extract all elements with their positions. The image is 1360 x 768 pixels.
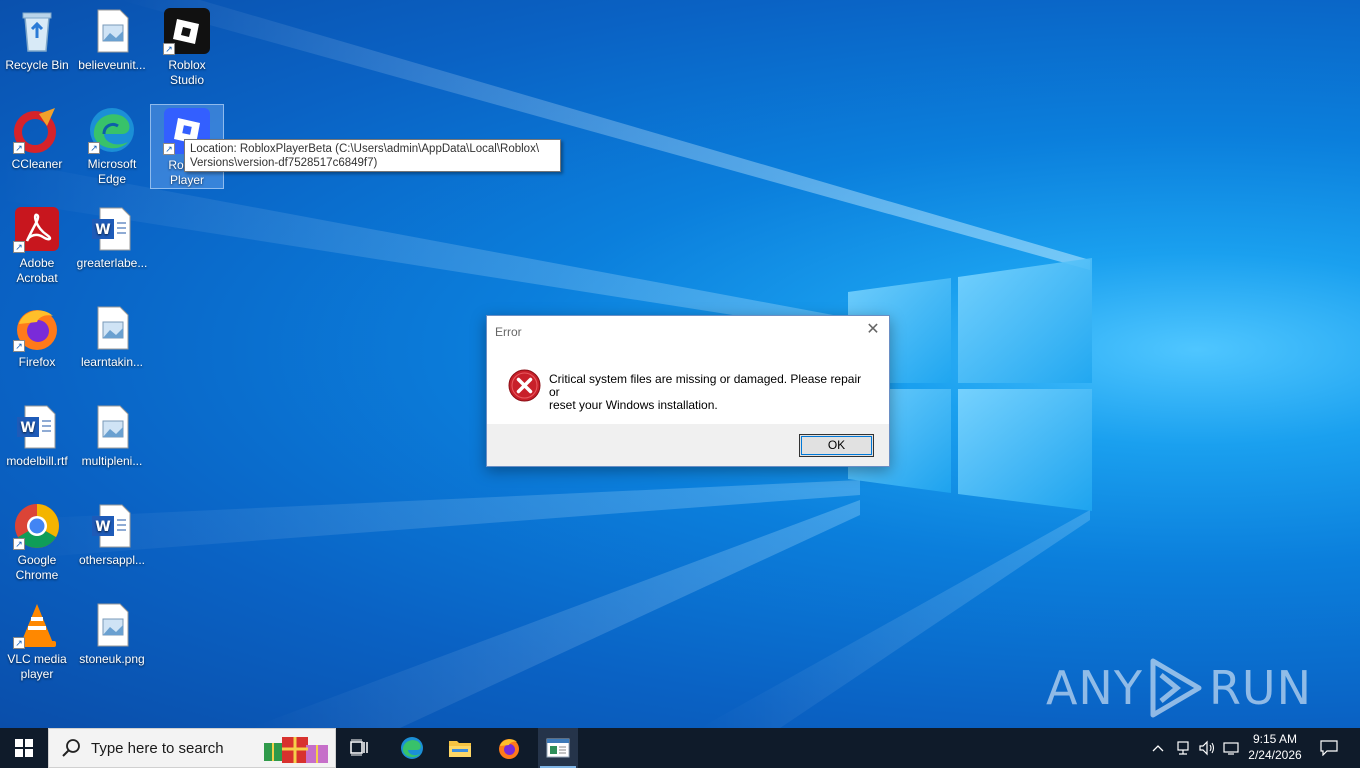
- desktop-icon-learntakin[interactable]: learntakin...: [75, 302, 149, 370]
- taskbar-search-box[interactable]: Type here to search: [48, 728, 336, 768]
- folder-icon: [449, 741, 471, 757]
- notifications-button[interactable]: [1314, 728, 1344, 768]
- monitor-icon: [1223, 742, 1239, 755]
- chevron-up-icon: [1152, 745, 1164, 752]
- speaker-icon: [1199, 740, 1215, 756]
- icon-label: Microsoft Edge: [87, 157, 137, 186]
- icon-label: othersappl...: [78, 553, 146, 567]
- ccleaner-icon: ↗: [13, 106, 61, 154]
- tooltip-line-1: Location: RobloxPlayerBeta (C:\Users\adm…: [190, 143, 540, 155]
- image-file-icon: [88, 304, 136, 352]
- taskbar: Type here to search 9:15 AM 2/24/2026: [0, 728, 1360, 768]
- icon-label: stoneuk.png: [79, 652, 145, 666]
- desktop-icon-vlc[interactable]: ↗ VLC media player: [0, 599, 74, 682]
- desktop-icon-google-chrome[interactable]: ↗ Google Chrome: [0, 500, 74, 583]
- desktop-icon-ccleaner[interactable]: ↗ CCleaner: [0, 104, 74, 172]
- desktop-icon-othersappl[interactable]: W othersappl...: [75, 500, 149, 568]
- firefox-icon: ↗: [13, 304, 61, 352]
- svg-text:W: W: [95, 222, 110, 238]
- ok-button[interactable]: OK: [799, 434, 874, 457]
- desktop-icon-modelbill[interactable]: W modelbill.rtf: [0, 401, 74, 469]
- error-dialog[interactable]: Error ✕ Critical system files are missin…: [486, 315, 890, 467]
- icon-label: Recycle Bin: [5, 58, 69, 72]
- image-file-icon: [88, 7, 136, 55]
- network-tray-button[interactable]: [1172, 728, 1194, 768]
- windows-logo-icon: [15, 739, 33, 757]
- icon-label: believeunit...: [78, 58, 146, 72]
- icon-label: greaterlabe...: [76, 256, 148, 270]
- word-doc-icon: W: [88, 205, 136, 253]
- image-file-icon: [88, 403, 136, 451]
- error-message-line-2: reset your Windows installation.: [549, 398, 718, 412]
- desktop-icon-stoneuk[interactable]: stoneuk.png: [75, 599, 149, 667]
- icon-label: Roblox Studio: [168, 58, 206, 87]
- start-button[interactable]: [0, 728, 48, 768]
- dialog-footer: OK: [487, 424, 889, 466]
- search-placeholder: Type here to search: [91, 739, 224, 757]
- icon-label: Firefox: [18, 355, 56, 369]
- close-icon[interactable]: ✕: [865, 322, 881, 338]
- svg-text:W: W: [95, 519, 110, 535]
- desktop-icon-recycle-bin[interactable]: Recycle Bin: [0, 5, 74, 73]
- task-view-button[interactable]: [340, 728, 380, 768]
- icon-label: modelbill.rtf: [6, 454, 68, 468]
- watermark-left-text: ANY: [1045, 661, 1143, 715]
- volume-tray-button[interactable]: [1196, 728, 1218, 768]
- desktop-icon-microsoft-edge[interactable]: ↗ Microsoft Edge: [75, 104, 149, 187]
- icon-label: CCleaner: [11, 157, 63, 171]
- icon-label: Adobe Acrobat: [16, 256, 58, 285]
- taskbar-edge[interactable]: [392, 728, 432, 768]
- notification-icon: [1320, 740, 1338, 756]
- desktop-icon-roblox-studio[interactable]: ↗ Roblox Studio: [150, 5, 224, 88]
- taskbar-error-app[interactable]: [538, 728, 578, 768]
- error-message-line-1: Critical system files are missing or dam…: [549, 372, 862, 399]
- edge-icon: ↗: [88, 106, 136, 154]
- task-view-icon: [350, 739, 368, 756]
- word-doc-icon: W: [88, 502, 136, 550]
- image-file-icon: [88, 601, 136, 649]
- show-hidden-icons-button[interactable]: [1148, 728, 1168, 768]
- clock-date: 2/24/2026: [1248, 748, 1302, 762]
- desktop-icon-multipleni[interactable]: multipleni...: [75, 401, 149, 469]
- system-clock[interactable]: 9:15 AM 2/24/2026: [1240, 731, 1310, 763]
- desktop-background[interactable]: Recycle Bin ↗ CCleaner ↗ Adobe Acrobat ↗…: [0, 0, 1360, 728]
- acrobat-icon: ↗: [13, 205, 61, 253]
- word-doc-icon: W: [13, 403, 61, 451]
- chrome-icon: ↗: [13, 502, 61, 550]
- display-tray-button[interactable]: [1220, 728, 1242, 768]
- watermark-right-text: RUN: [1208, 661, 1312, 715]
- desktop-icon-greaterlabe[interactable]: W greaterlabe...: [75, 203, 149, 271]
- search-icon: [62, 739, 80, 757]
- vlc-icon: ↗: [13, 601, 61, 649]
- icon-label: multipleni...: [81, 454, 143, 468]
- error-icon: [508, 369, 541, 402]
- roblox-studio-icon: ↗: [163, 7, 211, 55]
- icon-label: Google Chrome: [15, 553, 59, 582]
- network-icon: [1177, 741, 1189, 755]
- recycle-bin-icon: [13, 7, 61, 55]
- desktop-icon-firefox[interactable]: ↗ Firefox: [0, 302, 74, 370]
- location-tooltip: Location: RobloxPlayerBeta (C:\Users\adm…: [184, 139, 561, 172]
- dialog-title: Error: [495, 325, 522, 339]
- icon-label: VLC media player: [7, 652, 67, 681]
- edge-icon: [401, 737, 423, 759]
- anyrun-watermark: ANY RUN: [1046, 656, 1312, 720]
- clock-time: 9:15 AM: [1252, 732, 1298, 746]
- gifts-search-highlight-icon: [264, 737, 328, 763]
- window-app-icon: [546, 738, 570, 758]
- desktop-icon-adobe-acrobat[interactable]: ↗ Adobe Acrobat: [0, 203, 74, 286]
- tooltip-line-2: Versions\version-df7528517c6849f7): [190, 157, 378, 169]
- taskbar-file-explorer[interactable]: [440, 728, 480, 768]
- taskbar-firefox[interactable]: [488, 728, 530, 768]
- svg-text:W: W: [20, 420, 35, 436]
- play-logo-icon: [1150, 658, 1202, 718]
- firefox-icon: [499, 739, 519, 759]
- icon-label: learntakin...: [80, 355, 144, 369]
- desktop-icon-believeunit[interactable]: believeunit...: [75, 5, 149, 73]
- error-message: Critical system files are missing or dam…: [549, 373, 869, 412]
